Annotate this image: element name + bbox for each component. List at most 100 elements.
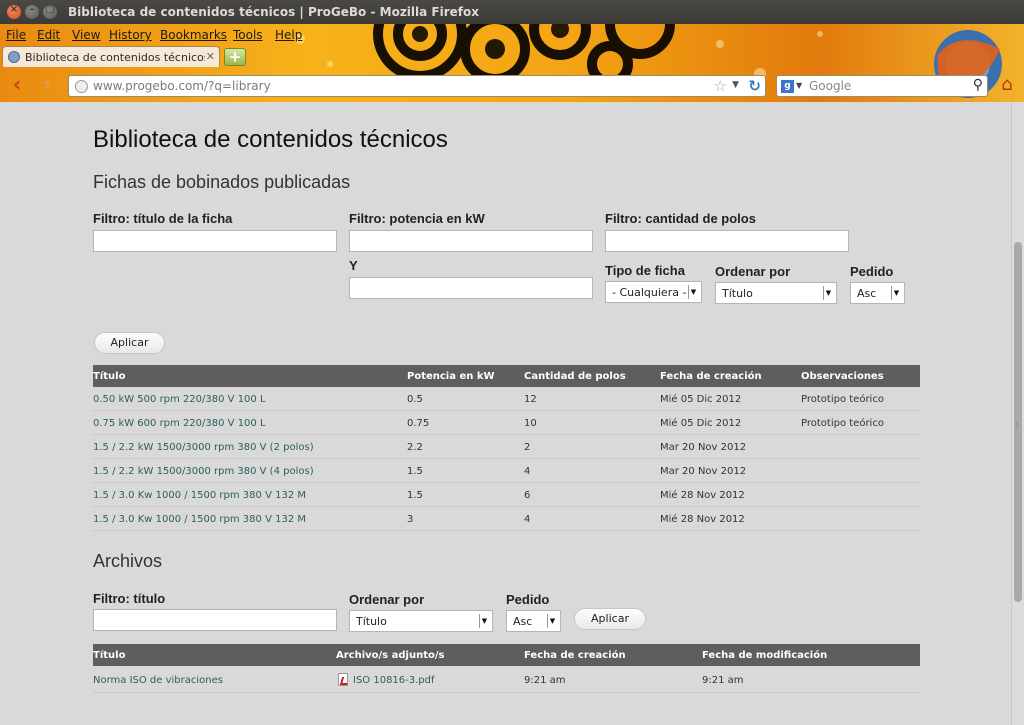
site-identity-icon[interactable] [75,80,88,93]
filter-power-max-input[interactable] [349,277,593,299]
archivos-sort-select[interactable]: Asc ▼ [506,610,561,632]
row-title-link[interactable]: 1.5 / 2.2 kW 1500/3000 rpm 380 V (2 polo… [93,442,314,453]
type-label: Tipo de ficha [605,263,685,278]
row-poles: 12 [524,394,537,405]
menu-file[interactable]: File [6,28,26,42]
scrollbar-grip-icon: ⋮ [1013,421,1021,430]
archivos-apply-button[interactable]: Aplicar [574,608,646,630]
column-header[interactable]: Cantidad de polos [524,371,626,382]
search-engine-dropdown-icon[interactable]: ▼ [796,81,802,90]
archivos-order-select[interactable]: Título ▼ [349,610,493,632]
row-power: 1.5 [407,466,423,477]
table-row: Norma ISO de vibraciones ISO 10816-3.pdf… [93,666,920,693]
row-title-link[interactable]: 1.5 / 3.0 Kw 1000 / 1500 rpm 380 V 132 M [93,490,306,501]
menu-help-label: Help [275,28,303,42]
menu-view-label: View [72,28,101,42]
archivos-filter-title-label: Filtro: título [93,591,166,606]
column-header[interactable]: Fecha de modificación [702,650,827,661]
column-header[interactable]: Potencia en kW [407,371,495,382]
browser-tab-active[interactable]: Biblioteca de contenidos técnicos | ... … [2,46,220,67]
menu-view[interactable]: View [72,28,100,42]
search-bar[interactable]: g ▼ Google ⚲ [776,75,988,97]
row-date: Mié 05 Dic 2012 [660,418,742,429]
plus-icon: + [228,48,242,66]
search-input[interactable]: Google [809,79,851,93]
chevron-down-icon: ▼ [547,614,557,628]
row-poles: 10 [524,418,537,429]
table-row: 1.5 / 3.0 Kw 1000 / 1500 rpm 380 V 132 M… [93,483,920,507]
filter-power-label: Filtro: potencia en kW [349,211,485,226]
column-header[interactable]: Fecha de creación [660,371,762,382]
row-title-link[interactable]: Norma ISO de vibraciones [93,675,223,686]
address-bar[interactable]: www.progebo.com/?q=library ☆ ▼ ↻ [68,75,766,97]
fichas-heading: Fichas de bobinados publicadas [93,172,351,192]
fichas-apply-button[interactable]: Aplicar [94,332,165,354]
row-power: 2.2 [407,442,423,453]
filter-power-input[interactable] [349,230,593,252]
menu-bookmarks[interactable]: Bookmarks [160,28,227,42]
column-header[interactable]: Título [93,371,125,382]
sort-select-value: Asc [857,287,877,300]
search-engine-icon[interactable]: g [781,80,794,93]
window-title: Biblioteca de contenidos técnicos | ProG… [68,5,479,19]
archivos-heading: Archivos [93,551,163,571]
row-poles: 4 [524,514,531,525]
tab-close-icon[interactable]: ✕ [206,50,215,63]
window-minimize-button[interactable]: – [25,4,39,19]
chevron-down-icon: ▼ [891,286,901,300]
column-header[interactable]: Fecha de creación [524,650,626,661]
menu-bookmarks-label: Bookmarks [160,28,228,42]
menu-history[interactable]: History [109,28,152,42]
row-date: Mié 05 Dic 2012 [660,394,742,405]
type-select[interactable]: - Cualquiera - ▼ [605,281,702,303]
row-modified: 9:21 am [702,675,744,686]
filter-title-input[interactable] [93,230,337,252]
menu-edit[interactable]: Edit [37,28,60,42]
archivos-filter-title-input[interactable] [93,609,337,631]
menu-history-label: History [109,28,152,42]
page-scrollbar[interactable] [1011,102,1024,725]
url-history-dropdown-icon[interactable]: ▼ [732,80,739,90]
row-power: 0.5 [407,394,423,405]
order-select[interactable]: Título ▼ [715,282,837,304]
reload-icon[interactable]: ↻ [748,77,761,95]
menu-help[interactable]: Help [275,28,302,42]
search-icon[interactable]: ⚲ [973,77,983,93]
forward-button[interactable]: › [34,74,60,96]
tab-label: Biblioteca de contenidos técnicos | ... [25,51,205,64]
row-title-link[interactable]: 0.75 kW 600 rpm 220/380 V 100 L [93,418,266,429]
row-power: 3 [407,514,414,525]
row-created: 9:21 am [524,675,566,686]
bookmark-star-icon[interactable]: ☆ [714,77,727,95]
minimize-icon: – [29,4,35,15]
sort-select[interactable]: Asc ▼ [850,282,905,304]
back-button[interactable]: ‹ [4,74,30,96]
row-poles: 2 [524,442,531,453]
archivos-table: Título Archivo/s adjunto/s Fecha de crea… [93,644,920,694]
chevron-down-icon: ▼ [823,286,833,300]
table-row: 0.75 kW 600 rpm 220/380 V 100 L 0.75 10 … [93,411,920,435]
row-date: Mar 20 Nov 2012 [660,442,747,453]
forward-arrow-icon: › [42,72,52,96]
new-tab-button[interactable]: + [224,48,246,66]
column-header[interactable]: Título [93,650,125,661]
menu-tools[interactable]: Tools [233,28,263,42]
row-date: Mar 20 Nov 2012 [660,466,747,477]
close-icon: × [9,4,19,15]
window-close-button[interactable]: × [7,4,21,19]
table-row: 1.5 / 2.2 kW 1500/3000 rpm 380 V (2 polo… [93,435,920,459]
window-titlebar: × – □ Biblioteca de contenidos técnicos … [0,0,1024,24]
home-button[interactable]: ⌂ [995,73,1019,97]
row-title-link[interactable]: 0.50 kW 500 rpm 220/380 V 100 L [93,394,266,405]
row-poles: 6 [524,490,531,501]
site-favicon-icon [8,51,20,63]
filter-poles-input[interactable] [605,230,849,252]
row-title-link[interactable]: 1.5 / 2.2 kW 1500/3000 rpm 380 V (4 polo… [93,466,314,477]
home-icon: ⌂ [1001,74,1013,95]
row-date: Mié 28 Nov 2012 [660,514,745,525]
window-maximize-button[interactable]: □ [43,4,57,19]
attachment-link[interactable]: ISO 10816-3.pdf [353,675,435,686]
archivos-order-label: Ordenar por [349,592,425,607]
column-header[interactable]: Observaciones [801,371,884,382]
row-title-link[interactable]: 1.5 / 3.0 Kw 1000 / 1500 rpm 380 V 132 M [93,514,306,525]
